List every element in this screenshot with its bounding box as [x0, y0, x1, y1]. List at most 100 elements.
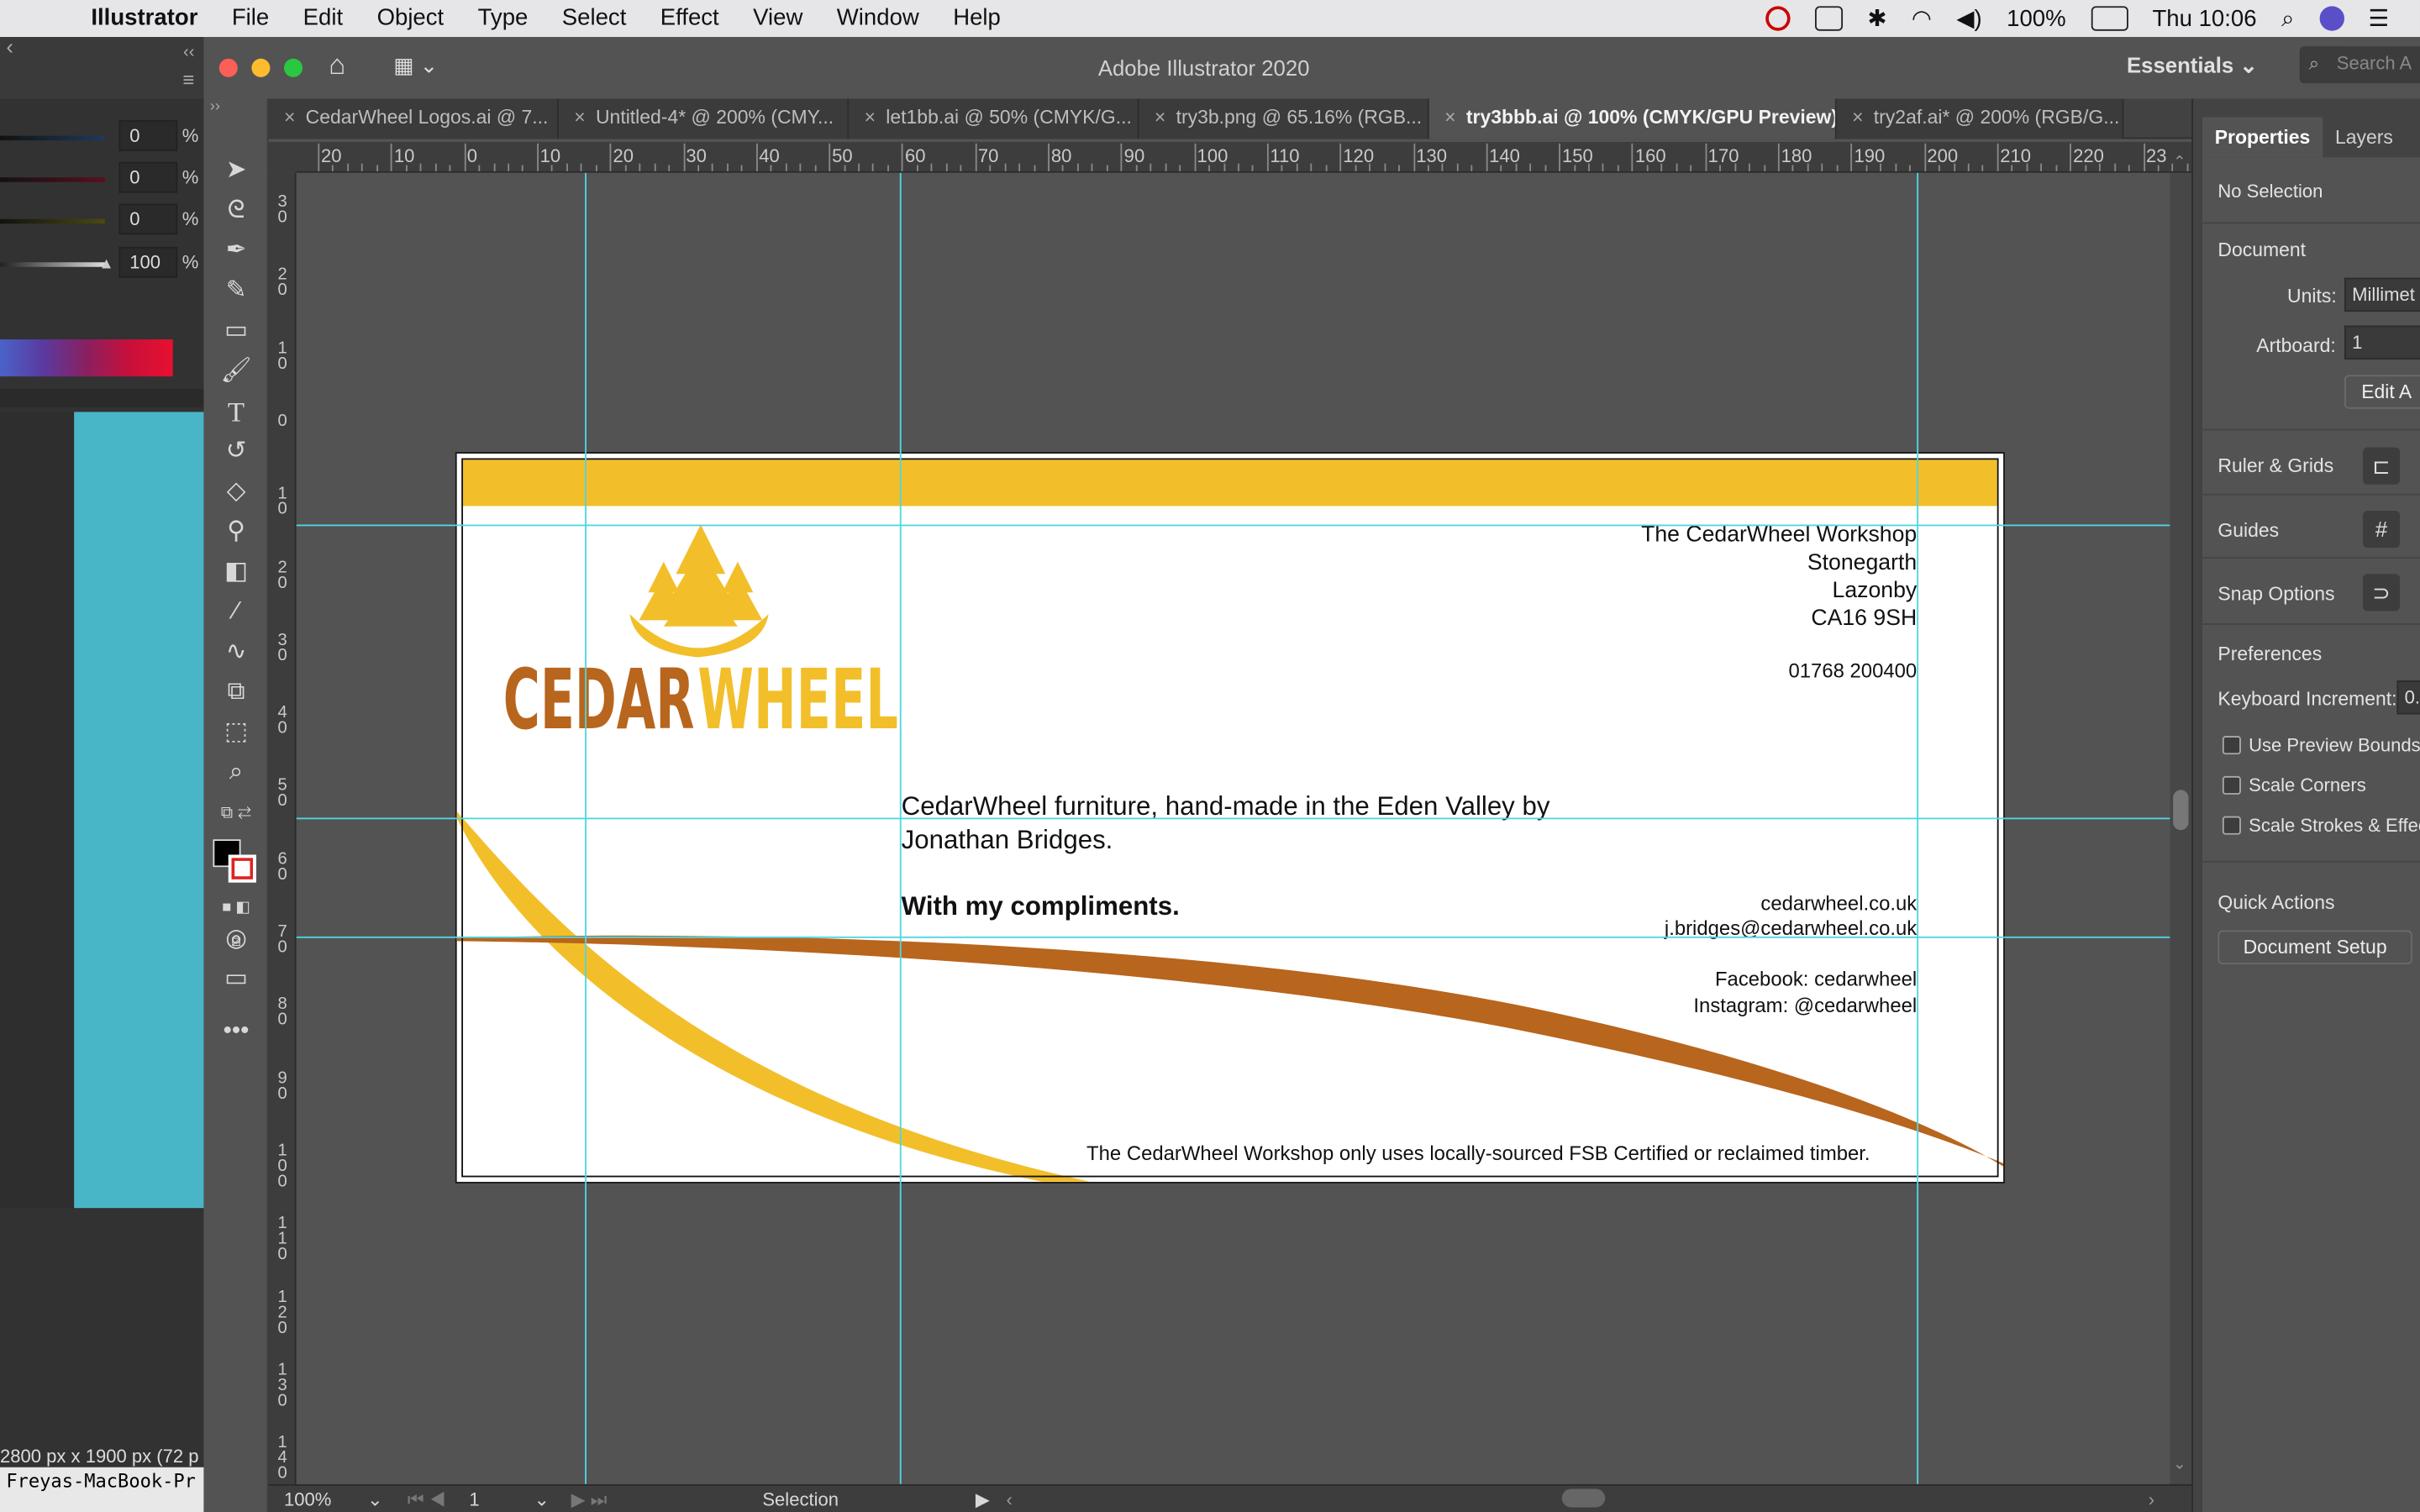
puppet-warp-tool-icon[interactable]: ⚲ — [218, 515, 255, 549]
color-spectrum[interactable] — [0, 339, 173, 377]
slider-handle-icon[interactable]: ▲ — [99, 256, 114, 273]
menu-file[interactable]: File — [232, 5, 269, 31]
scrollbar-thumb[interactable] — [2173, 790, 2189, 831]
scroll-right-icon[interactable]: › — [2149, 1488, 2154, 1510]
units-dropdown[interactable]: Millimet — [2344, 277, 2420, 312]
notification-center-icon[interactable]: ☰ — [2369, 5, 2390, 33]
screen-mode-icon[interactable]: ▭ — [218, 963, 255, 996]
color-value-input[interactable]: 0 — [118, 203, 178, 235]
wifi-icon[interactable]: ◠ — [1912, 5, 1932, 33]
horizontal-ruler[interactable]: 20 10 0 10 20 30 40 50 60 70 80 90 100 110 120 130 140 15… — [296, 141, 2203, 173]
tab-layers[interactable]: Layers — [2323, 118, 2405, 158]
zoom-dropdown-icon[interactable]: ⌄ — [367, 1488, 382, 1510]
canvas-area[interactable]: CEDAR WHEEL The CedarWheel Workshop Ston… — [296, 172, 2170, 1484]
lasso-tool-icon[interactable]: ᘓ — [218, 194, 255, 228]
blend-tool-icon[interactable]: ∿ — [218, 636, 255, 669]
workspace-switcher[interactable]: Essentials ⌄ — [2127, 52, 2258, 78]
menu-object[interactable]: Object — [377, 5, 445, 31]
artboard-field[interactable]: 1 — [2344, 325, 2420, 360]
tab-try3b[interactable]: × try3b.png @ 65.16% (RGB... — [1139, 98, 1429, 139]
next-artboard-icon[interactable]: ▶ ⏭ — [571, 1488, 608, 1512]
eraser-tool-icon[interactable]: ◇ — [218, 475, 255, 509]
draw-mode-icon[interactable]: ◎ — [218, 922, 255, 956]
horizontal-scrollbar-thumb[interactable] — [1561, 1488, 1606, 1508]
paintbrush-tool-icon[interactable]: 🖌 — [218, 354, 255, 388]
close-tab-icon[interactable]: × — [1852, 107, 1874, 129]
artboard-number[interactable]: 1 — [469, 1488, 479, 1510]
shape-builder-tool-icon[interactable]: ⧉ — [218, 675, 255, 709]
menu-type[interactable]: Type — [478, 5, 529, 31]
more-tools-icon[interactable]: ••• — [218, 1016, 255, 1049]
guide-vertical[interactable] — [585, 172, 587, 1484]
tab-untitled-4[interactable]: × Untitled-4* @ 200% (CMY... — [558, 98, 850, 139]
guide-horizontal[interactable] — [296, 524, 2170, 527]
zoom-tool-icon[interactable]: ⌕ — [218, 756, 255, 790]
edit-artboards-button[interactable]: Edit A — [2344, 375, 2420, 409]
menu-window[interactable]: Window — [837, 5, 919, 31]
screen-share-icon[interactable] — [1814, 6, 1844, 31]
tab-cedarwheel-logos[interactable]: × CedarWheel Logos.ai @ 7... — [268, 98, 559, 139]
menu-edit[interactable]: Edit — [303, 5, 343, 31]
status-menu-icon[interactable]: ▶ — [976, 1488, 990, 1510]
gradient-tool-icon[interactable]: ◧ — [218, 555, 255, 589]
spotlight-search-icon[interactable]: ⌕ — [2281, 5, 2294, 31]
curvature-tool-icon[interactable]: ✎ — [218, 275, 255, 308]
tab-let1bb[interactable]: × let1bb.ai @ 50% (CMYK/G... — [849, 98, 1139, 139]
keyboard-increment-field[interactable]: 0. — [2396, 680, 2420, 715]
bluetooth-icon[interactable]: ✱ — [1867, 5, 1886, 33]
snap-icon[interactable]: ⊃ — [2363, 574, 2401, 612]
menu-help[interactable]: Help — [953, 5, 1001, 31]
eyedropper-tool-icon[interactable]: ⁄ — [218, 596, 255, 629]
volume-icon[interactable]: ◀) — [1956, 5, 1981, 33]
slider-track[interactable] — [0, 218, 105, 224]
use-preview-bounds-checkbox[interactable] — [2222, 736, 2241, 755]
close-tab-icon[interactable]: × — [865, 107, 886, 129]
slider-track[interactable] — [0, 262, 105, 267]
tab-try3bbb[interactable]: × try3bbb.ai @ 100% (CMYK/GPU Preview) — [1428, 98, 1837, 139]
creative-cloud-icon[interactable] — [1765, 6, 1791, 31]
guides-icon[interactable]: # — [2363, 510, 2401, 549]
battery-icon[interactable] — [2090, 6, 2128, 31]
scroll-up-icon[interactable]: ⌃ — [2173, 155, 2186, 171]
vertical-scrollbar[interactable]: ⌃ ⌄ — [2170, 155, 2192, 1484]
color-value-input[interactable]: 0 — [118, 120, 178, 151]
tab-try2af[interactable]: × try2af.ai* @ 200% (RGB/G... — [1836, 98, 2124, 139]
artboard-dropdown-icon[interactable]: ⌄ — [534, 1488, 550, 1510]
swap-fill-stroke-icon[interactable]: ⧉ ⇄ — [218, 796, 255, 830]
menu-view[interactable]: View — [753, 5, 802, 31]
close-tab-icon[interactable]: × — [1155, 107, 1176, 129]
ruler-corner[interactable] — [268, 141, 297, 173]
selection-tool-icon[interactable]: ➤ — [218, 155, 255, 188]
toolbar-collapse-icon[interactable]: ›› — [210, 99, 220, 116]
scale-strokes-checkbox[interactable] — [2222, 816, 2241, 835]
battery-percent[interactable]: 100% — [2007, 5, 2065, 31]
slider-track[interactable] — [0, 177, 105, 182]
scroll-down-icon[interactable]: ⌄ — [2173, 1457, 2186, 1473]
stroke-color-swatch[interactable] — [228, 854, 256, 883]
rectangle-tool-icon[interactable]: ▭ — [218, 315, 255, 349]
document-setup-button[interactable]: Document Setup — [2217, 930, 2412, 964]
ruler-icon[interactable]: ⊏ — [2363, 447, 2401, 485]
scroll-left-icon[interactable]: ‹ — [1007, 1488, 1013, 1510]
rotate-tool-icon[interactable]: ↺ — [218, 435, 255, 469]
tab-properties[interactable]: Properties — [2202, 117, 2323, 158]
close-tab-icon[interactable]: × — [574, 107, 596, 129]
first-artboard-icon[interactable]: ⏮ ◀ — [408, 1488, 446, 1512]
pen-tool-icon[interactable]: ✒ — [218, 234, 255, 268]
menu-select[interactable]: Select — [562, 5, 627, 31]
color-value-input[interactable]: 0 — [118, 161, 178, 193]
clock[interactable]: Thu 10:06 — [2152, 5, 2256, 31]
menu-app-illustrator[interactable]: Illustrator — [91, 5, 197, 31]
slider-track[interactable] — [0, 135, 105, 141]
guide-vertical[interactable] — [1917, 172, 1919, 1484]
color-value-input[interactable]: 100 — [118, 246, 178, 278]
close-tab-icon[interactable]: × — [284, 107, 306, 129]
color-mode-icons[interactable]: ■ ◧ ⧄ — [218, 892, 255, 951]
close-tab-icon[interactable]: × — [1444, 107, 1466, 129]
guide-vertical[interactable] — [899, 172, 902, 1484]
vertical-ruler[interactable]: 3020100102030405060708090100110120130140 — [268, 172, 297, 1484]
guide-horizontal[interactable] — [296, 936, 2170, 938]
zoom-level[interactable]: 100% — [284, 1488, 331, 1510]
type-tool-icon[interactable]: T — [218, 395, 255, 428]
artboard-tool-icon[interactable]: ⬚ — [218, 716, 255, 749]
